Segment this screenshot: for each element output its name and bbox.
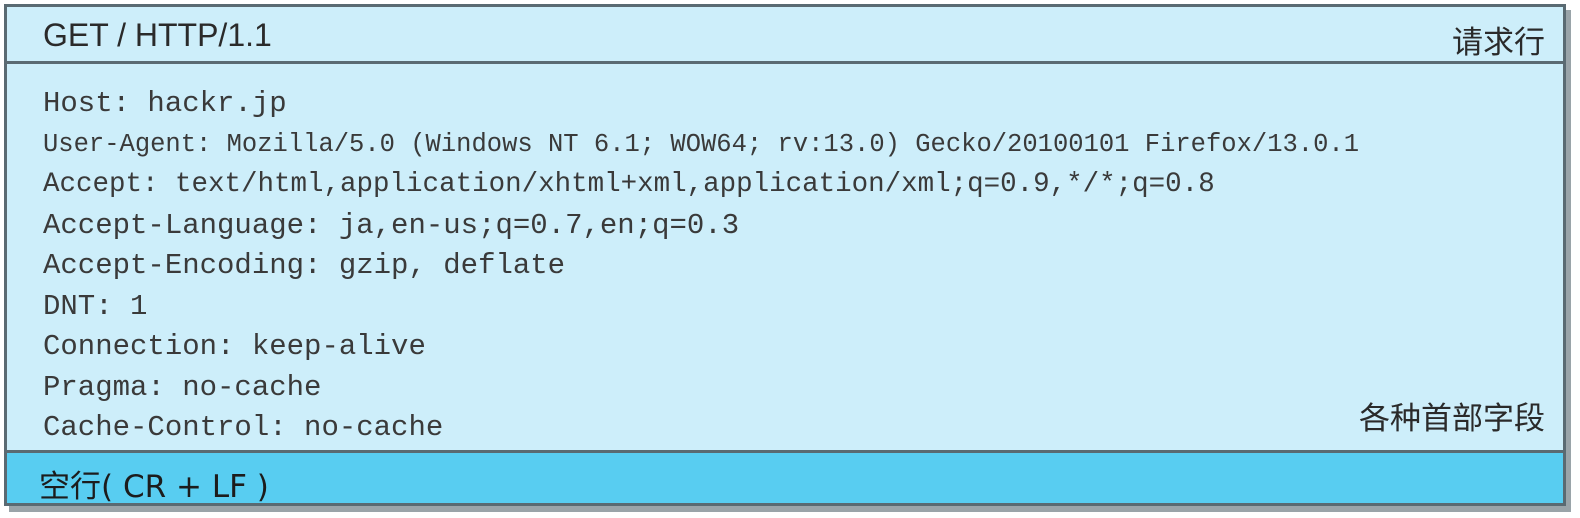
header-host: Host: hackr.jp (43, 87, 287, 120)
request-line-text: GET / HTTP/1.1 (43, 17, 272, 53)
blank-line-section: 空行( CR + LF ) (7, 453, 1563, 505)
http-request-diagram: GET / HTTP/1.1 请求行 Host: hackr.jp User-A… (4, 4, 1566, 506)
header-cache-control: Cache-Control: no-cache (43, 411, 444, 444)
header-accept-encoding: Accept-Encoding: gzip, deflate (43, 249, 566, 282)
header-accept: Accept: text/html,application/xhtml+xml,… (43, 169, 1215, 200)
header-pragma: Pragma: no-cache (43, 370, 322, 404)
header-dnt: DNT: 1 (43, 289, 148, 323)
request-line-section: GET / HTTP/1.1 请求行 (7, 7, 1563, 64)
header-list: Host: hackr.jp User-Agent: Mozilla/5.0 (… (43, 84, 1359, 449)
header-connection: Connection: keep-alive (43, 330, 426, 363)
header-fields-label: 各种首部字段 (1359, 401, 1545, 437)
header-fields-section: Host: hackr.jp User-Agent: Mozilla/5.0 (… (7, 64, 1563, 453)
header-user-agent: User-Agent: Mozilla/5.0 (Windows NT 6.1;… (43, 129, 1360, 159)
header-accept-language: Accept-Language: ja,en-us;q=0.7,en;q=0.3 (43, 208, 740, 242)
request-line-label: 请求行 (1452, 25, 1545, 61)
blank-line-text: 空行( CR + LF ) (39, 469, 269, 505)
